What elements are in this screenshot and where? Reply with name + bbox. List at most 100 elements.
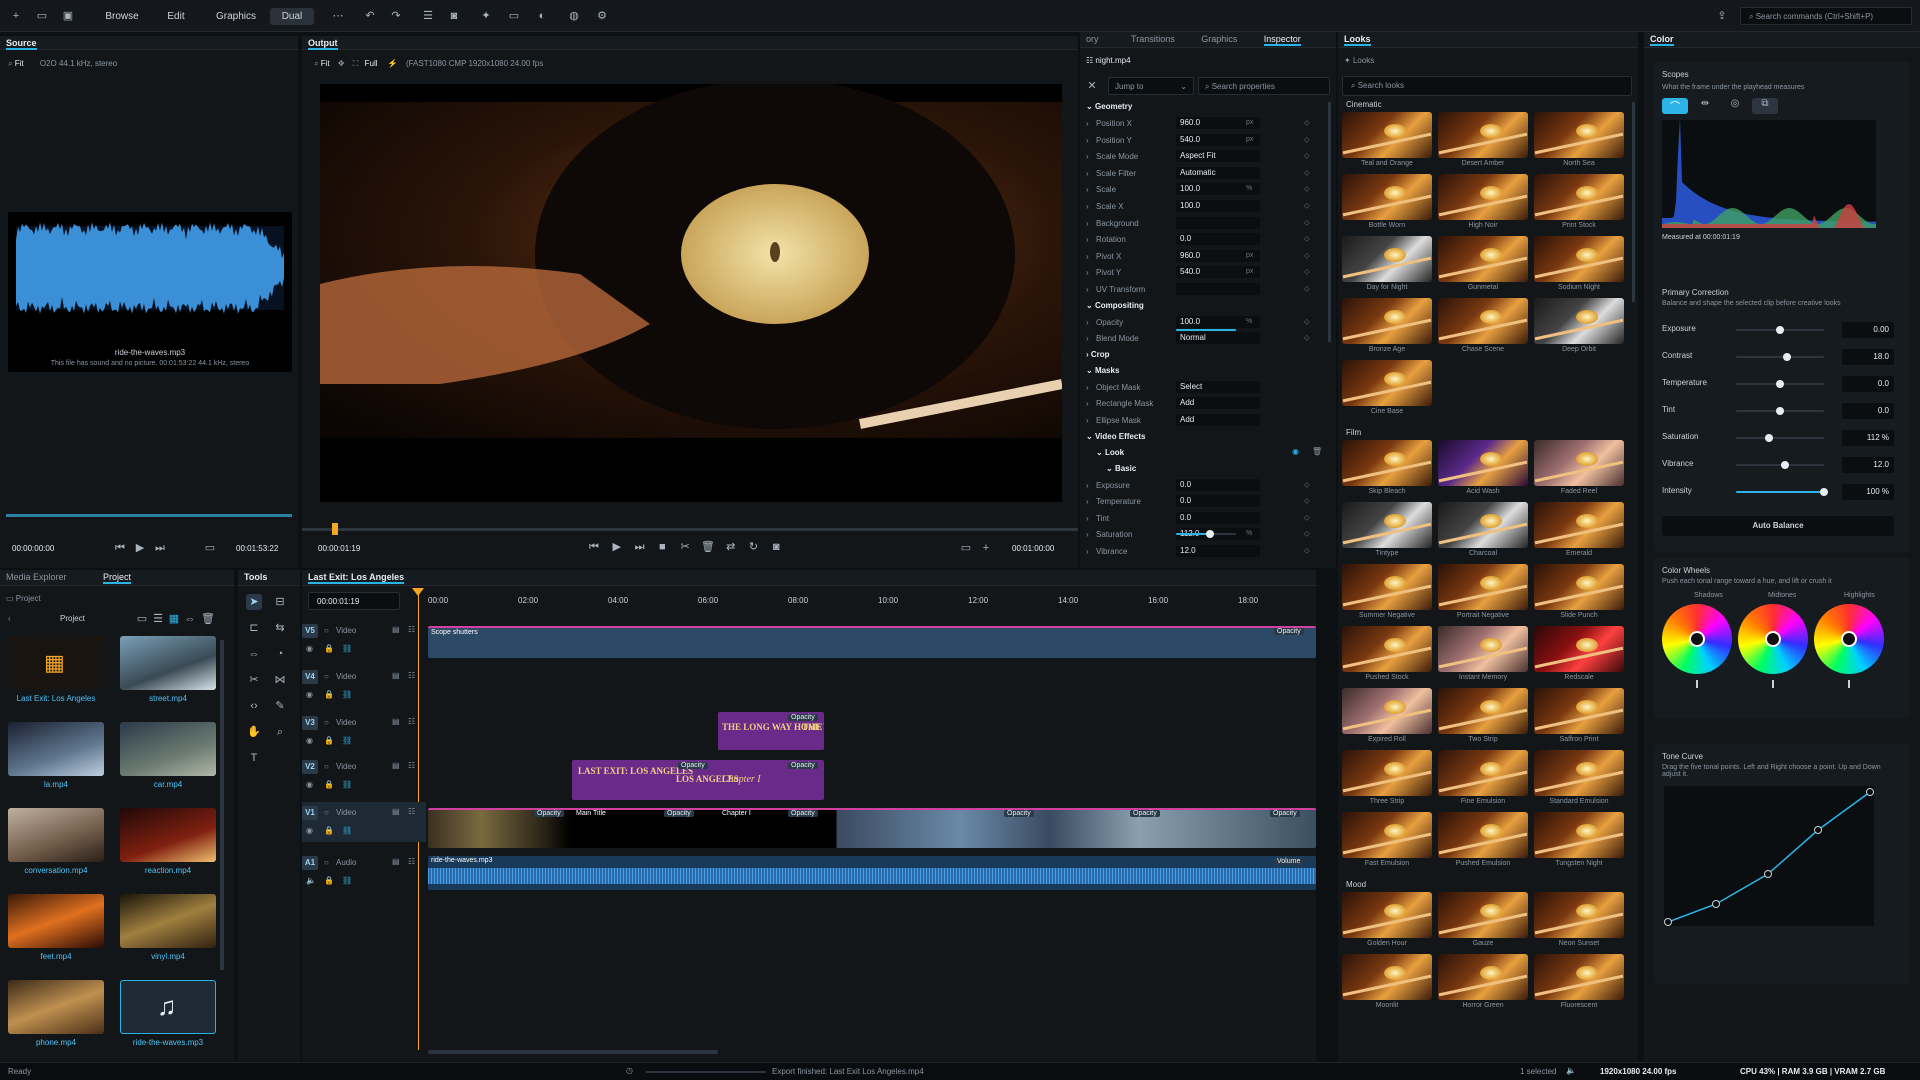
keyframe-icon[interactable]: ⬦ <box>1304 218 1310 228</box>
keyframe-icon[interactable]: ⬦ <box>1304 118 1310 128</box>
hand-icon[interactable]: ✋ <box>246 724 262 740</box>
effect-badge[interactable]: Opacity <box>1270 810 1300 817</box>
look-thumbnail[interactable] <box>1438 174 1528 220</box>
keyframe-icon[interactable]: ⬦ <box>1304 480 1310 490</box>
expand-icon[interactable]: › <box>1086 152 1089 161</box>
look-thumbnail[interactable] <box>1534 112 1624 158</box>
lock-icon[interactable]: 🔒 <box>324 876 334 885</box>
ripple-icon[interactable]: ⊟ <box>272 594 288 610</box>
tab-dual[interactable]: Dual <box>270 8 314 25</box>
look-thumbnail[interactable] <box>1342 236 1432 282</box>
section-video_effects[interactable]: ⌄ Video Effects <box>1086 432 1145 441</box>
inspector-scrollbar[interactable] <box>1328 102 1331 342</box>
look-thumbnail[interactable] <box>1438 750 1528 796</box>
looks-search[interactable]: ⌕ Search looks <box>1342 76 1632 96</box>
list-view-icon[interactable]: ☰ <box>150 611 166 627</box>
volume-icon[interactable]: 🔈 <box>1566 1066 1576 1075</box>
slider-value[interactable]: 18.0 <box>1842 349 1894 365</box>
media-thumbnail[interactable] <box>8 894 104 948</box>
expand-icon[interactable]: › <box>1086 202 1089 211</box>
property-value[interactable] <box>1176 283 1260 295</box>
property-search[interactable]: ⌕ Search properties <box>1198 77 1330 95</box>
midtones-lift-handle[interactable] <box>1772 680 1774 688</box>
timeline-ruler[interactable]: 00:00 02:00 04:00 06:00 08:00 10:00 12:00 14:00… <box>428 596 1316 612</box>
folder-icon[interactable]: ▭ <box>34 8 50 24</box>
timeline-tab[interactable]: Last Exit: Los Angeles <box>308 572 405 584</box>
eye-icon[interactable]: ◉ <box>306 736 313 745</box>
speaker-icon[interactable]: 🔈 <box>306 876 316 885</box>
property-value[interactable]: Automatic <box>1176 166 1260 179</box>
fullscreen-icon[interactable]: ⛶ <box>353 59 359 68</box>
vectorscope-icon[interactable]: ◎ <box>1722 98 1748 114</box>
property-value[interactable]: 0.0 <box>1176 233 1260 246</box>
track-settings-icon[interactable]: ▤ <box>392 717 400 726</box>
section-masks[interactable]: ⌄ Masks <box>1086 366 1119 375</box>
property-value[interactable]: 0.0 <box>1176 511 1260 524</box>
track-tag[interactable]: V4 <box>302 670 318 684</box>
correction-slider[interactable] <box>1736 407 1824 415</box>
bolt-icon[interactable]: ⚡ <box>388 59 398 68</box>
section-geometry[interactable]: ⌄ Geometry <box>1086 102 1132 111</box>
look-thumbnail[interactable] <box>1534 892 1624 938</box>
tab-transitions[interactable]: Transitions <box>1131 34 1175 44</box>
expand-icon[interactable]: › <box>1086 514 1089 523</box>
media-scrollbar[interactable] <box>220 640 224 970</box>
expand-icon[interactable]: › <box>1086 334 1089 343</box>
property-value[interactable]: Normal <box>1176 332 1260 345</box>
expand-icon[interactable]: › <box>1086 497 1089 506</box>
keyframe-icon[interactable]: ⬦ <box>1304 317 1310 327</box>
slider-value[interactable]: 100 % <box>1842 484 1894 500</box>
tab-project[interactable]: Project <box>103 572 132 584</box>
correction-slider[interactable] <box>1736 353 1824 361</box>
track-settings-icon[interactable]: ▤ <box>392 857 400 866</box>
output-scrubber[interactable] <box>302 528 1078 531</box>
look-thumbnail[interactable] <box>1342 174 1432 220</box>
correction-slider[interactable] <box>1736 488 1828 496</box>
track-tag[interactable]: V3 <box>302 716 318 730</box>
link-icon[interactable]: ⛓ <box>342 736 352 745</box>
track-toggle-icon[interactable]: ○ <box>324 718 329 727</box>
media-thumbnail[interactable] <box>8 722 104 776</box>
media-thumbnail[interactable] <box>120 894 216 948</box>
keyframe-icon[interactable]: ⬦ <box>1304 201 1310 211</box>
media-thumbnail[interactable] <box>120 808 216 862</box>
media-thumbnail[interactable] <box>120 636 216 690</box>
expand-icon[interactable]: › <box>1086 530 1089 539</box>
delete-icon[interactable]: 🗑 <box>200 611 216 627</box>
highlights-wheel[interactable] <box>1814 604 1884 674</box>
timeline-timecode[interactable]: 00:00:01:19 <box>308 592 400 610</box>
monitor-icon[interactable]: ▭ <box>202 540 218 556</box>
speed-icon[interactable]: ◔ <box>272 646 288 662</box>
tab-edit[interactable]: Edit <box>150 8 202 25</box>
look-thumbnail[interactable] <box>1438 564 1528 610</box>
keyframe-icon[interactable]: ⬦ <box>1304 251 1310 261</box>
look-thumbnail[interactable] <box>1534 750 1624 796</box>
property-value[interactable]: Add <box>1176 414 1260 426</box>
source-scrubber[interactable] <box>6 514 292 517</box>
look-thumbnail[interactable] <box>1342 954 1432 1000</box>
track-toggle-icon[interactable]: ○ <box>324 808 329 817</box>
source-viewer[interactable]: ride-the-waves.mp3 This file has sound a… <box>8 212 292 372</box>
keyframe-icon[interactable]: ⬦ <box>1304 513 1310 523</box>
share-icon[interactable]: ⇪ <box>1714 8 1730 24</box>
look-thumbnail[interactable] <box>1534 298 1624 344</box>
look-thumbnail[interactable] <box>1342 298 1432 344</box>
eye-icon[interactable]: ◉ <box>306 644 313 653</box>
looks-scrollbar[interactable] <box>1632 102 1635 302</box>
zoom-icon[interactable]: ⌕ <box>314 59 321 68</box>
look-thumbnail[interactable] <box>1438 954 1528 1000</box>
look-thumbnail[interactable] <box>1534 626 1624 672</box>
select-icon[interactable]: ➤ <box>246 594 262 610</box>
eye-icon[interactable]: ◉ <box>306 826 313 835</box>
expand-icon[interactable]: › <box>1086 285 1089 294</box>
cut-icon[interactable]: ✂ <box>675 540 695 554</box>
volume-badge[interactable]: Volume <box>1274 858 1304 865</box>
look-thumbnail[interactable] <box>1534 688 1624 734</box>
look-thumbnail[interactable] <box>1342 112 1432 158</box>
track-toggle-icon[interactable]: ○ <box>324 672 329 681</box>
effect-badge[interactable]: Opacity <box>788 714 818 721</box>
v5-clip[interactable]: Scope shutters <box>428 626 1316 658</box>
playhead-handle[interactable] <box>412 588 424 596</box>
effect-badge[interactable]: Opacity <box>534 810 564 817</box>
split-icon[interactable]: ⋈ <box>272 672 288 688</box>
